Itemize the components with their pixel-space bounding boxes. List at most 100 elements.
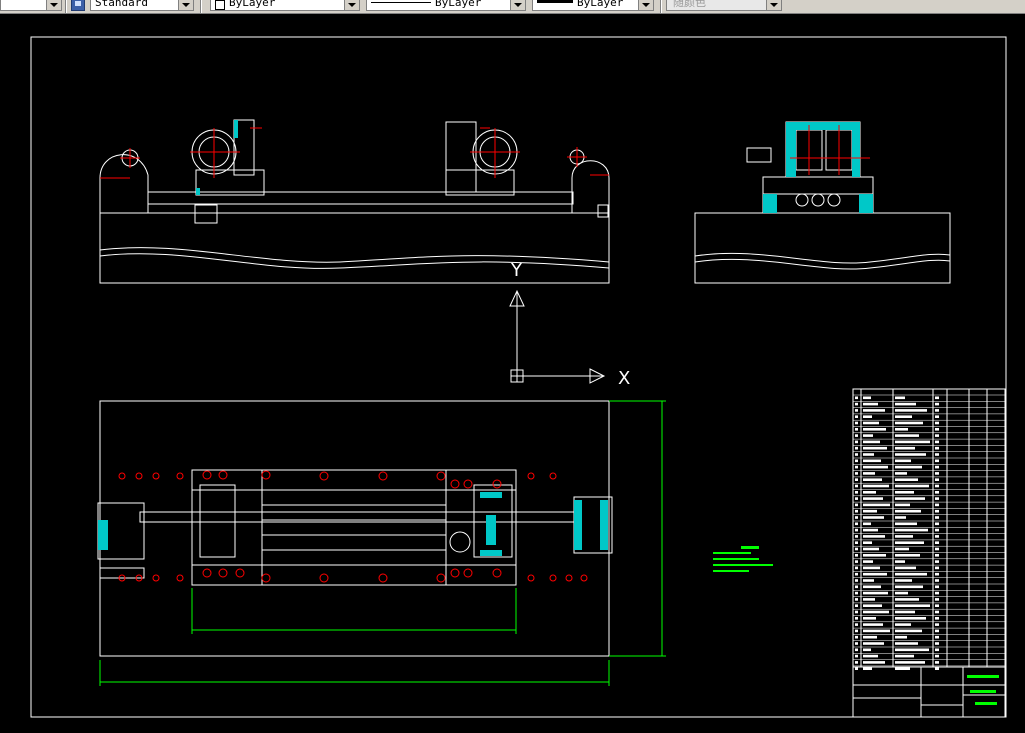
bom-cell-text [855, 465, 858, 469]
bom-cell-text [935, 516, 939, 519]
bom-cell-text [863, 459, 881, 463]
bom-cell-text [895, 459, 911, 463]
bom-cell-text [855, 396, 858, 400]
bom-cell-text [855, 554, 858, 557]
bom-cell-text [935, 585, 939, 589]
bom-cell-text [895, 535, 913, 538]
bom-cell-text [895, 547, 909, 551]
axis-y-label: Y [510, 260, 523, 281]
bom-cell-text [863, 591, 888, 595]
chevron-down-icon [46, 0, 61, 10]
bom-cell-text [895, 572, 927, 576]
bom-cell-text [895, 541, 924, 544]
bom-cell-text [935, 396, 939, 400]
bom-cell-text [895, 428, 908, 431]
drawing-canvas[interactable]: X Y [0, 14, 1025, 733]
bom-cell-text [863, 402, 878, 406]
bom-cell-text [895, 528, 928, 532]
lineweight-preview-icon [537, 0, 573, 3]
bom-cell-text [855, 415, 858, 418]
bom-cell-text [855, 497, 858, 500]
bom-cell-text [895, 421, 923, 425]
bom-cell-text [935, 629, 939, 633]
bom-cell-text [935, 610, 939, 614]
bom-cell-text [935, 453, 939, 456]
bom-cell-text [855, 459, 858, 463]
bom-cell-text [863, 572, 887, 576]
bom-cell-text [935, 623, 939, 626]
bom-cell-text [895, 434, 919, 437]
bom-cell-text [863, 579, 874, 582]
text-style-value: Standard [95, 0, 148, 9]
bom-cell-text [935, 547, 939, 551]
bom-cell-text [863, 409, 885, 412]
bom-cell-text [863, 415, 872, 418]
bom-cell-text [935, 560, 939, 563]
toolbar-separator [65, 0, 67, 13]
bom-cell-text [855, 541, 858, 544]
bom-cell-text [895, 446, 915, 450]
bom-cell-text [895, 409, 927, 412]
bom-cell-text [855, 598, 858, 601]
bom-cell-text [935, 497, 939, 500]
bom-cell-text [895, 503, 910, 507]
bom-cell-text [855, 516, 858, 519]
bom-cell-text [855, 440, 858, 444]
bom-cell-text [935, 604, 939, 607]
bom-cell-text [855, 434, 858, 437]
bom-cell-text [935, 566, 939, 570]
bom-cell-text [935, 491, 939, 494]
bom-cell-text [863, 465, 888, 469]
bom-cell-text [895, 484, 929, 488]
bom-cell-text [935, 434, 939, 437]
bom-cell-text [935, 478, 939, 481]
text-style-icon[interactable] [71, 0, 85, 11]
bom-cell-text [863, 497, 883, 500]
bom-cell-text [863, 629, 890, 633]
text-style-dropdown[interactable]: Standard [90, 0, 194, 11]
bom-cell-text [895, 497, 925, 500]
bom-cell-text [935, 484, 939, 488]
bom-cell-text [855, 610, 858, 614]
bom-cell-text [855, 484, 858, 488]
bom-cell-text [863, 585, 881, 589]
lineweight-value: ByLayer [577, 0, 624, 9]
bom-cell-text [855, 591, 858, 595]
axis-x-label: X [618, 368, 630, 389]
layer-color-value: ByLayer [229, 0, 276, 9]
plot-style-dropdown[interactable]: 随颜色 [666, 0, 782, 11]
bom-cell-text [895, 566, 916, 570]
bom-cell-text [863, 661, 885, 664]
bom-cell-text [895, 478, 918, 481]
bom-cell-text [935, 535, 939, 538]
bom-cell-text [863, 503, 890, 507]
bom-cell-text [863, 472, 875, 475]
chevron-down-icon [344, 0, 359, 10]
linetype-dropdown[interactable]: ByLayer [366, 0, 526, 11]
bom-cell-text [895, 623, 911, 626]
bom-cell-text [855, 402, 858, 406]
bom-cell-text [935, 503, 939, 507]
lineweight-dropdown[interactable]: ByLayer [532, 0, 654, 11]
toolbar-separator [660, 0, 662, 13]
bom-cell-text [895, 591, 908, 595]
bom-cell-text [863, 654, 878, 658]
bom-cell-text [935, 617, 939, 620]
bom-cell-text [895, 617, 926, 620]
bom-cell-text [895, 554, 920, 557]
bom-cell-text [855, 453, 858, 456]
bom-cell-text [935, 421, 939, 425]
bom-cell-text [895, 560, 905, 563]
bom-cell-text [935, 428, 939, 431]
layer-color-dropdown[interactable]: ByLayer [210, 0, 360, 11]
bom-cell-text [863, 547, 879, 551]
bom-cell-text [863, 667, 872, 670]
bom-cell-text [863, 560, 873, 563]
bom-cell-text [855, 661, 858, 664]
bom-cell-text [935, 648, 939, 652]
linetype-preview-icon [371, 2, 431, 3]
bom-cell-text [855, 585, 858, 589]
layer-dropdown-stub[interactable] [0, 0, 62, 11]
chevron-down-icon [766, 0, 781, 10]
bom-cell-text [863, 554, 886, 557]
